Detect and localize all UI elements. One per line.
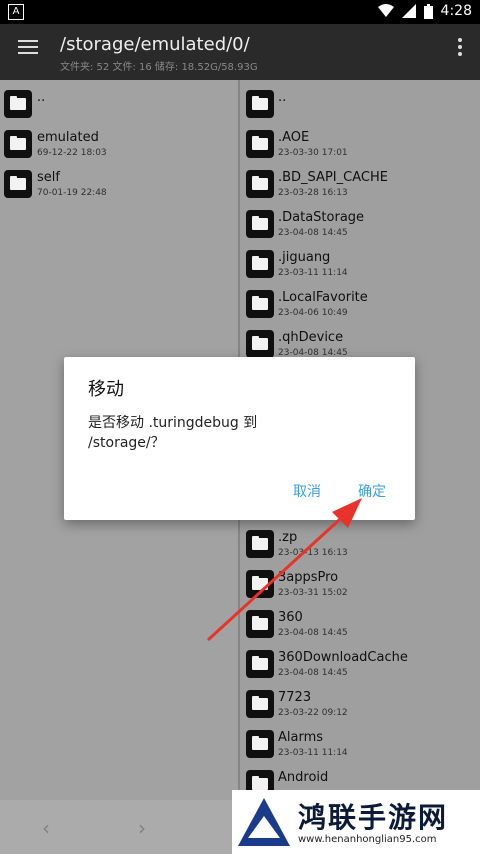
annotation-arrow [206,498,362,642]
dialog-message: 是否移动 .turingdebug 到 /storage/？ [88,415,258,451]
watermark-title: 鸿联手游网 [298,801,449,834]
current-path: /storage/emulated/0/ [60,34,250,55]
dialog-title: 移动 [88,379,124,400]
watermark: 鸿联手游网 www.henanhonglian95.com [232,790,480,854]
watermark-url: www.henanhonglian95.com [298,834,437,845]
battery-icon [423,3,433,19]
watermark-logo [238,798,290,846]
toolbar: /storage/emulated/0/ 文件夹: 52 文件: 16 储存: … [0,24,480,80]
app-notification-icon: A [8,4,24,20]
status-bar: A 4:28 [0,0,480,24]
more-options-icon[interactable] [458,38,462,59]
signal-icon [401,4,416,18]
menu-icon[interactable] [18,40,38,54]
status-icons: 4:28 [377,3,472,19]
storage-info: 文件夹: 52 文件: 16 储存: 18.52G/58.93G [60,62,258,73]
clock: 4:28 [440,3,472,19]
wifi-icon [377,4,394,17]
